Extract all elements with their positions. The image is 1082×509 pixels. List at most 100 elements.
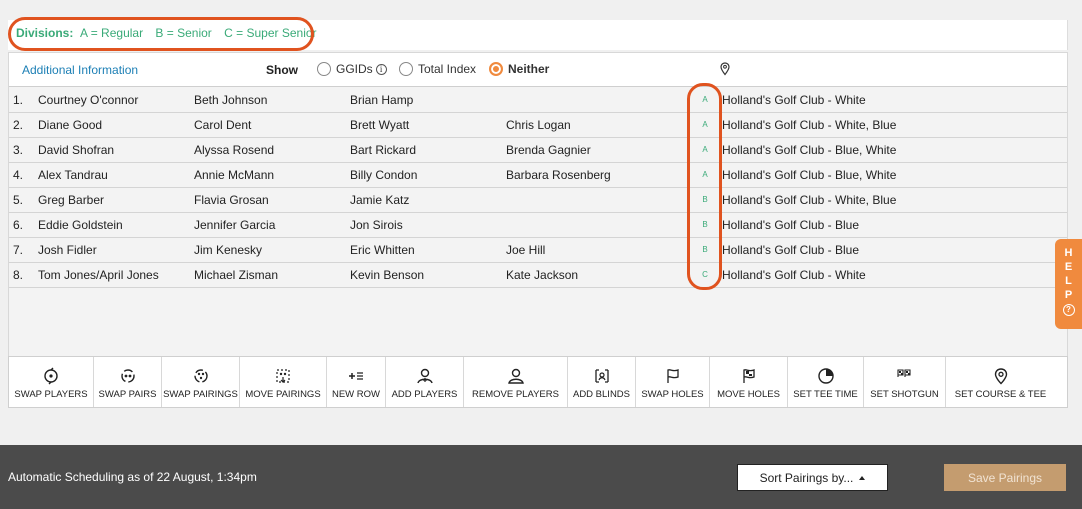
player-cell[interactable]: Joe Hill bbox=[506, 243, 545, 257]
ggids-radio[interactable] bbox=[317, 62, 331, 76]
save-pairings-label: Save Pairings bbox=[967, 470, 1043, 485]
player-cell[interactable]: Chris Logan bbox=[506, 118, 571, 132]
player-cell[interactable]: Bart Rickard bbox=[350, 143, 416, 157]
total-index-option[interactable]: Total Index bbox=[399, 62, 476, 76]
swap-pairings-button[interactable]: SWAP PAIRINGS bbox=[162, 357, 240, 407]
player-cell[interactable]: Annie McMann bbox=[194, 168, 274, 182]
player-cell[interactable]: Beth Johnson bbox=[194, 93, 267, 107]
toolbar-button-label: SWAP PAIRS bbox=[98, 389, 157, 400]
divisions-highlight-oval bbox=[8, 17, 314, 51]
set-course-tee-button[interactable]: SET COURSE & TEE bbox=[946, 357, 1055, 407]
table-row[interactable]: 7. Josh Fidler Jim Kenesky Eric Whitten Joe … bbox=[9, 238, 1067, 263]
toolbar-button-label: SWAP HOLES bbox=[641, 389, 704, 400]
player-cell[interactable]: Tom Jones/April Jones bbox=[38, 268, 159, 282]
player-cell[interactable]: Jon Sirois bbox=[350, 218, 403, 232]
row-number: 3. bbox=[13, 143, 24, 157]
player-cell[interactable]: Alex Tandrau bbox=[38, 168, 108, 182]
table-row[interactable]: 2. Diane Good Carol Dent Brett Wyatt Chris L… bbox=[9, 113, 1067, 138]
player-cell[interactable]: Brian Hamp bbox=[350, 93, 413, 107]
row-number: 4. bbox=[13, 168, 24, 182]
swap-holes-button[interactable]: SWAP HOLES bbox=[636, 357, 710, 407]
remove-players-button[interactable]: REMOVE PLAYERS bbox=[464, 357, 568, 407]
row-number: 7. bbox=[13, 243, 24, 257]
course-cell: Holland's Golf Club - White bbox=[722, 268, 866, 282]
table-row[interactable]: 6. Eddie Goldstein Jennifer Garcia Jon Siro… bbox=[9, 213, 1067, 238]
player-cell[interactable]: Eddie Goldstein bbox=[38, 218, 123, 232]
info-row: Additional Information Show GGIDs i Tota… bbox=[9, 53, 1067, 87]
pairing-toolbar: SWAP PLAYERS SWAP PAIRS SWAP PAIRINGS MOVE … bbox=[8, 356, 1068, 408]
toolbar-button-label: MOVE PAIRINGS bbox=[245, 389, 321, 400]
help-letter: L bbox=[1065, 275, 1072, 287]
sort-pairings-dropdown[interactable]: Sort Pairings by... bbox=[737, 464, 888, 491]
course-cell: Holland's Golf Club - White, Blue bbox=[722, 118, 897, 132]
player-cell[interactable]: David Shofran bbox=[38, 143, 114, 157]
show-label: Show bbox=[266, 63, 298, 77]
row-number: 2. bbox=[13, 118, 24, 132]
toolbar-button-label: ADD BLINDS bbox=[572, 389, 630, 400]
help-letter: E bbox=[1064, 261, 1073, 273]
tee-time-icon bbox=[817, 368, 834, 384]
new-row-button[interactable]: NEW ROW bbox=[327, 357, 386, 407]
table-row[interactable]: 5. Greg Barber Flavia Grosan Jamie Katz B Hol… bbox=[9, 188, 1067, 213]
save-pairings-button[interactable]: Save Pairings bbox=[944, 464, 1066, 491]
move-holes-icon bbox=[742, 369, 755, 383]
player-cell[interactable]: Michael Zisman bbox=[194, 268, 278, 282]
additional-information-link[interactable]: Additional Information bbox=[22, 63, 138, 77]
toolbar-button-label: MOVE HOLES bbox=[717, 389, 780, 400]
add-players-icon bbox=[416, 368, 433, 384]
player-cell[interactable]: Billy Condon bbox=[350, 168, 417, 182]
player-cell[interactable]: Jamie Katz bbox=[350, 193, 409, 207]
player-cell[interactable]: Greg Barber bbox=[38, 193, 104, 207]
player-cell[interactable]: Jennifer Garcia bbox=[194, 218, 275, 232]
course-cell: Holland's Golf Club - Blue bbox=[722, 218, 860, 232]
help-question-icon: ? bbox=[1062, 304, 1075, 316]
player-cell[interactable]: Kevin Benson bbox=[350, 268, 424, 282]
player-cell[interactable]: Brenda Gagnier bbox=[506, 143, 591, 157]
toolbar-button-label: SET SHOTGUN bbox=[870, 389, 939, 400]
row-number: 6. bbox=[13, 218, 24, 232]
help-letter: P bbox=[1064, 289, 1073, 301]
player-cell[interactable]: Kate Jackson bbox=[506, 268, 578, 282]
player-cell[interactable]: Alyssa Rosend bbox=[194, 143, 274, 157]
location-pin-icon bbox=[720, 62, 730, 76]
neither-label: Neither bbox=[508, 62, 550, 76]
move-holes-button[interactable]: MOVE HOLES bbox=[710, 357, 788, 407]
neither-option[interactable]: Neither bbox=[489, 62, 549, 76]
total-index-label: Total Index bbox=[418, 62, 477, 76]
table-row[interactable]: 1. Courtney O'connor Beth Johnson Brian Ham… bbox=[9, 88, 1067, 113]
table-row[interactable]: 4. Alex Tandrau Annie McMann Billy Condon Ba… bbox=[9, 163, 1067, 188]
set-shotgun-button[interactable]: SET SHOTGUN bbox=[864, 357, 946, 407]
table-row[interactable]: 8. Tom Jones/April Jones Michael Zisman Kev… bbox=[9, 263, 1067, 288]
move-pairings-button[interactable]: MOVE PAIRINGS bbox=[240, 357, 327, 407]
swap-pairs-button[interactable]: SWAP PAIRS bbox=[94, 357, 162, 407]
ggids-option[interactable]: GGIDs i bbox=[317, 62, 387, 76]
player-cell[interactable]: Courtney O'connor bbox=[38, 93, 138, 107]
player-cell[interactable]: Josh Fidler bbox=[38, 243, 97, 257]
toolbar-button-label: ADD PLAYERS bbox=[391, 389, 458, 400]
table-row[interactable]: 3. David Shofran Alyssa Rosend Bart Rickard… bbox=[9, 138, 1067, 163]
footer-bar: Automatic Scheduling as of 22 August, 1:… bbox=[0, 445, 1082, 509]
caret-up-icon bbox=[859, 475, 866, 480]
set-tee-time-button[interactable]: SET TEE TIME bbox=[788, 357, 864, 407]
course-cell: Holland's Golf Club - Blue, White bbox=[722, 143, 897, 157]
toolbar-button-label: SET TEE TIME bbox=[793, 389, 858, 400]
player-cell[interactable]: Barbara Rosenberg bbox=[506, 168, 611, 182]
player-cell[interactable]: Brett Wyatt bbox=[350, 118, 409, 132]
shotgun-icon bbox=[896, 369, 911, 377]
player-cell[interactable]: Carol Dent bbox=[194, 118, 251, 132]
total-index-radio[interactable] bbox=[399, 62, 413, 76]
help-letter: H bbox=[1064, 247, 1073, 259]
neither-radio[interactable] bbox=[489, 62, 503, 76]
info-icon[interactable]: i bbox=[375, 63, 387, 75]
player-cell[interactable]: Flavia Grosan bbox=[194, 193, 269, 207]
swap-players-button[interactable]: SWAP PLAYERS bbox=[9, 357, 94, 407]
add-blinds-button[interactable]: ADD BLINDS bbox=[568, 357, 636, 407]
row-number: 5. bbox=[13, 193, 24, 207]
help-tab[interactable]: H E L P ? bbox=[1055, 239, 1082, 329]
player-cell[interactable]: Diane Good bbox=[38, 118, 102, 132]
sort-pairings-label: Sort Pairings by... bbox=[759, 470, 854, 485]
course-cell: Holland's Golf Club - White, Blue bbox=[722, 193, 897, 207]
add-players-button[interactable]: ADD PLAYERS bbox=[386, 357, 464, 407]
player-cell[interactable]: Jim Kenesky bbox=[194, 243, 262, 257]
player-cell[interactable]: Eric Whitten bbox=[350, 243, 415, 257]
